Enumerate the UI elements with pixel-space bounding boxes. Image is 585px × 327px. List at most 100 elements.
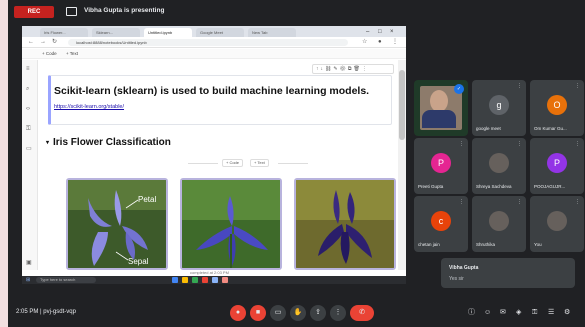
meet-window: REC Vibha Gupta is presenting Iris Flowe…: [8, 0, 585, 327]
taskbar-app-icon[interactable]: [202, 277, 208, 283]
windows-start-icon[interactable]: ⊞: [26, 277, 32, 283]
info-icon[interactable]: ⓘ: [468, 308, 475, 318]
divider: [188, 163, 218, 164]
pin-icon[interactable]: ✓: [454, 84, 464, 94]
close-icon[interactable]: ×: [390, 28, 394, 36]
notebook-toolbar: + Code + Text: [22, 49, 406, 59]
more-options-button[interactable]: ⋮: [330, 305, 346, 321]
chevron-down-icon[interactable]: ▾: [46, 140, 49, 146]
markdown-link[interactable]: https://scikit-learn.org/stable/: [54, 104, 124, 110]
minimize-icon[interactable]: –: [366, 28, 369, 36]
insert-text-button[interactable]: + Text: [250, 159, 269, 167]
participant-name: Shruthika: [476, 242, 496, 247]
back-icon[interactable]: ←: [28, 38, 34, 47]
participant-tile[interactable]: ⋮ c chetan jain: [414, 196, 468, 252]
browser-tab-active[interactable]: Untitled.ipynb: [144, 28, 192, 37]
notebook-area: ↑↓⛓✎⚙⧉🗑⋮ Scikit-learn (sklearn) is used …: [40, 60, 404, 270]
participant-tile[interactable]: ⋮ You: [530, 196, 584, 252]
browser-tab[interactable]: New Tab: [248, 28, 296, 37]
settings-icon[interactable]: ⚙: [564, 308, 570, 318]
markdown-cell[interactable]: [48, 75, 392, 125]
iris-image-row: Petal Sepal: [66, 178, 396, 270]
mic-icon: ⋮: [575, 83, 580, 89]
shared-screen: Iris Flower... Sklearn... Untitled.ipynb…: [22, 26, 406, 284]
profile-icon[interactable]: ●: [378, 38, 382, 47]
section-title: Iris Flower Classification: [53, 137, 171, 148]
url-field[interactable]: localhost:8888/notebooks/Untitled.ipynb: [68, 39, 348, 46]
browser-tab[interactable]: Google Meet: [196, 28, 244, 37]
chat-icon[interactable]: ✉: [500, 308, 506, 318]
mic-off-button[interactable]: ●: [230, 305, 246, 321]
participant-name: google meet: [476, 126, 501, 131]
menu-icon[interactable]: ≡: [26, 66, 30, 73]
participant-name: chetan jain: [418, 242, 440, 247]
taskbar-app-icon[interactable]: [192, 277, 198, 283]
people-icon[interactable]: ☺: [484, 308, 491, 318]
browser-tab[interactable]: Sklearn...: [92, 28, 140, 37]
search-icon[interactable]: ⌕: [26, 86, 29, 93]
participant-tile[interactable]: ⋮ Shruthika: [472, 196, 526, 252]
raise-hand-button[interactable]: ✋: [290, 305, 306, 321]
divider: [278, 163, 308, 164]
avatar: [489, 211, 509, 231]
presenter-label: Vibha Gupta is presenting: [84, 7, 165, 14]
left-gutter: ≡ ⌕ ‹› ⚿ ▭ ▣: [22, 60, 38, 270]
mic-icon: ⋮: [517, 141, 522, 147]
windows-taskbar: ⊞ Type here to search: [22, 276, 406, 284]
meeting-time-code: 2:05 PM | pvj-gsdt-vqp: [16, 309, 76, 315]
forward-icon[interactable]: →: [40, 38, 46, 47]
key-icon[interactable]: ⚿: [26, 126, 31, 133]
star-icon[interactable]: ☆: [362, 38, 367, 47]
end-call-button[interactable]: ✆: [350, 305, 374, 321]
participant-tile[interactable]: ⋮ g google meet: [472, 80, 526, 136]
taskbar-app-icon[interactable]: [212, 277, 218, 283]
markdown-heading: Scikit-learn (sklearn) is used to build …: [54, 85, 370, 97]
code-icon[interactable]: ‹›: [26, 106, 30, 113]
call-controls-bar: 2:05 PM | pvj-gsdt-vqp ● ■ ▭ ✋ ⇪ ⋮ ✆ ⓘ ☺…: [8, 300, 585, 327]
host-controls-icon[interactable]: ⚿: [532, 308, 537, 318]
captions-button[interactable]: ▭: [270, 305, 286, 321]
participant-tile[interactable]: ⋮ P Preeti Gupta: [414, 138, 468, 194]
reload-icon[interactable]: ↻: [52, 38, 57, 47]
mic-icon: ⋮: [459, 141, 464, 147]
vertical-scrollbar[interactable]: [398, 60, 406, 270]
cell-toolbar[interactable]: ↑↓⛓✎⚙⧉🗑⋮: [312, 64, 394, 74]
participant-body: [422, 110, 456, 128]
browser-tab[interactable]: Iris Flower...: [40, 28, 88, 37]
avatar: P: [431, 153, 451, 173]
avatar: P: [547, 153, 567, 173]
address-bar: ← → ↻ localhost:8888/notebooks/Untitled.…: [22, 37, 406, 48]
camera-off-button[interactable]: ■: [250, 305, 266, 321]
participant-tile[interactable]: ⋮ P POOJAGUJR...: [530, 138, 584, 194]
mic-icon: ⋮: [575, 199, 580, 205]
avatar: O: [547, 95, 567, 115]
chat-notification[interactable]: Vibha Gupta Yes sir: [441, 258, 575, 288]
participant-name: Preeti Gupta: [418, 184, 444, 189]
taskbar-search[interactable]: Type here to search: [36, 277, 96, 283]
mic-icon: ⋮: [575, 141, 580, 147]
add-text-button[interactable]: + Text: [66, 50, 78, 58]
iris-virginica-image: [294, 178, 396, 270]
browser-tab-strip: Iris Flower... Sklearn... Untitled.ipynb…: [22, 26, 406, 37]
participant-name: Shreya Sachdeva: [476, 184, 512, 189]
participant-tile[interactable]: ⋮ Shreya Sachdeva: [472, 138, 526, 194]
taskbar-app-icon[interactable]: [172, 277, 178, 283]
folder-icon[interactable]: ▭: [26, 146, 32, 153]
participant-tile[interactable]: ⋮ O Om Kumar Gu...: [530, 80, 584, 136]
taskbar-app-icon[interactable]: [182, 277, 188, 283]
add-code-button[interactable]: + Code: [42, 50, 57, 58]
add-cell-buttons: + Code + Text: [188, 159, 308, 168]
layout-icon[interactable]: ☰: [548, 308, 554, 318]
section-heading[interactable]: ▾ Iris Flower Classification: [46, 137, 171, 148]
more-icon[interactable]: ⋮: [392, 38, 398, 47]
activities-icon[interactable]: ◈: [516, 308, 521, 318]
terminal-icon[interactable]: ▣: [26, 260, 32, 267]
participant-video-tile[interactable]: ✓: [414, 80, 468, 136]
scrollbar-thumb[interactable]: [399, 70, 405, 140]
present-button[interactable]: ⇪: [310, 305, 326, 321]
maximize-icon[interactable]: □: [378, 28, 382, 36]
taskbar-app-icon[interactable]: [222, 277, 228, 283]
status-text: completed at 2:03 PM: [190, 270, 229, 275]
participant-name: POOJAGUJR...: [534, 184, 566, 189]
insert-code-button[interactable]: + Code: [222, 159, 244, 167]
